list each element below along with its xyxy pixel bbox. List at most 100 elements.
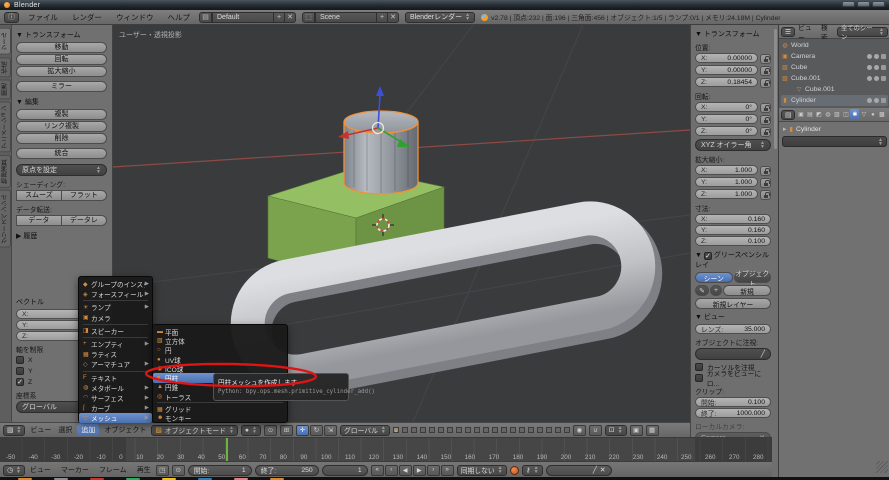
render-anim-icon[interactable]: ▦ [646,425,659,436]
timeline-editor-type-dropdown[interactable]: ◷▲▼ [3,465,25,476]
render-opengl-icon[interactable]: ▣ [630,425,643,436]
shading-button[interactable]: スムーズ [16,190,62,201]
checkbox[interactable] [16,356,24,364]
playback-button[interactable]: ◀ [399,465,412,476]
gp-add-icon[interactable]: + [710,285,722,296]
taskbar-app-icon[interactable] [126,478,140,480]
taskbar-app-icon[interactable] [18,478,32,480]
eyedropper-icon[interactable]: ╱ [593,466,597,474]
add-menu-item[interactable]: ▦ ラティス ▶ [79,349,152,359]
add-menu-item[interactable]: ◍ メタボール ▶ [79,383,152,393]
lens-field[interactable]: レンズ:35.000 [695,324,771,334]
layout-add-button[interactable]: + [274,12,285,23]
timeline-menu[interactable]: マーカー [59,465,91,475]
outliner-item[interactable]: ▧ Cube [781,62,888,73]
mirror-button[interactable]: ミラー [16,81,107,92]
scene-icon[interactable]: ⬚ [302,12,315,23]
mode-dropdown[interactable]: ▧オブジェクトモード▲▼ [151,425,238,436]
section-history[interactable]: ▶ 履歴 [16,231,107,241]
number-field[interactable]: Z:0.100 [695,236,771,246]
view-menu[interactable]: ビュー [28,425,53,435]
editor-type-dropdown[interactable]: ▧▲▼ [3,425,25,436]
tool-shelf-tab[interactable]: 作成 [0,57,11,77]
layer-cell[interactable] [447,427,453,433]
section-edit[interactable]: ▼ 編集 [16,97,107,107]
add-menu-item[interactable]: ▣ カメラ ▶ [79,313,152,323]
layer-cell[interactable] [519,427,525,433]
layer-cell[interactable] [537,427,543,433]
mesh-menu-item[interactable]: ▧ 立方体 [153,336,287,345]
select-menu[interactable]: 選択 [56,425,74,435]
tool-button[interactable]: リンク複製 [16,121,107,132]
title-bar[interactable]: Blender [0,0,889,10]
tool-button[interactable]: 移動 [16,42,107,53]
current-frame-field[interactable]: 1 [322,465,368,476]
layer-cell[interactable] [393,427,399,433]
lock-icon[interactable] [760,127,771,137]
mesh-menu-item[interactable]: ○ 円 [153,346,287,355]
tool-shelf-tab[interactable]: アニメーション [0,101,11,152]
taskbar-app-icon[interactable] [198,478,212,480]
lock-icon[interactable] [760,78,771,88]
layout-icon[interactable]: ▤ [199,12,212,23]
gp-scene-button[interactable]: シーン [695,272,733,283]
minimize-button[interactable] [842,1,855,7]
mesh-menu-item[interactable]: ▬ 平面 [153,327,287,336]
add-modifier-dropdown[interactable]: ▲▼ [782,136,887,147]
render-icon[interactable] [881,65,886,70]
checkbox[interactable] [16,378,24,386]
lock-icon[interactable] [760,103,771,113]
select-arrow-icon[interactable] [874,98,879,103]
view-panel-header[interactable]: ▼ ビュー [695,312,771,322]
playback-button[interactable]: « [371,465,384,476]
set-origin-dropdown[interactable]: 原点を設定▲▼ [16,164,107,176]
outliner-display-dropdown[interactable]: 全てのシーン▲▼ [837,27,888,37]
outliner-item[interactable]: ▽ Cube.001 [781,84,888,95]
end-frame-field[interactable]: 終了:250 [255,465,319,476]
properties-editor-icon[interactable]: ▤ [781,110,795,120]
eyedropper-icon[interactable]: ╱ [761,350,765,358]
gp-pencil-icon[interactable]: ✎ [695,285,709,296]
gp-new-button[interactable]: 新規 [723,285,771,296]
playback-button[interactable]: › [427,465,440,476]
timeline-menu[interactable]: ビュー [28,465,53,475]
layer-cell[interactable] [402,427,408,433]
lock-mode-icon[interactable]: ◉ [573,425,586,436]
layer-cell[interactable] [456,427,462,433]
properties-tab-icon[interactable]: ◍ [823,109,832,120]
properties-tab-icon[interactable]: ● [868,109,877,120]
eye-icon[interactable] [867,98,872,103]
join-button[interactable]: 統合 [16,148,107,159]
editor-type-icon[interactable]: ⓘ [4,12,19,23]
tool-button[interactable]: 回転 [16,54,107,65]
properties-tab-icon[interactable]: ▣ [796,109,805,120]
menu-item[interactable]: レンダー [69,12,105,23]
add-menu-item[interactable]: ◈ フォースフィールド ▶ [79,289,152,299]
mesh-menu-item[interactable]: ▦ グリッド [153,404,287,413]
properties-tab-icon[interactable]: ✱ [850,109,859,120]
mesh-menu-item[interactable]: ● UV球 [153,355,287,364]
add-menu-item[interactable]: ☀ ランプ ▶ [79,302,152,312]
maximize-button[interactable] [857,1,870,7]
add-menu-button[interactable]: 追加 [77,424,99,436]
layer-cell[interactable] [438,427,444,433]
add-menu-item[interactable]: ◠ サーフェス ▶ [79,393,152,403]
properties-tab-icon[interactable]: ▩ [877,109,886,120]
lock-camera-checkbox[interactable] [695,374,703,382]
lock-icon[interactable] [760,166,771,176]
taskbar-app-icon[interactable] [162,478,176,480]
scene-value[interactable]: Scene [315,12,377,23]
add-menu-item[interactable]: ◨ スピーカー ▶ [79,326,152,336]
snap-element-dropdown[interactable]: ⊡▲▼ [605,425,627,436]
lock-object-field[interactable]: ╱ [695,348,771,360]
tool-button[interactable]: 削除 [16,133,107,144]
transform-panel-header[interactable]: ▼ トランスフォーム [695,29,771,39]
render-icon[interactable] [881,98,886,103]
tool-shelf-tab[interactable]: グリースペンシル [0,190,11,248]
playback-button[interactable]: ▶ [413,465,426,476]
select-arrow-icon[interactable] [874,65,879,70]
properties-tab-icon[interactable]: ◫ [841,109,850,120]
taskbar-app-icon[interactable] [90,478,104,480]
add-menu-item[interactable]: ∫ カーブ ▶ [79,403,152,413]
timeline-menu[interactable]: フレーム [97,465,129,475]
